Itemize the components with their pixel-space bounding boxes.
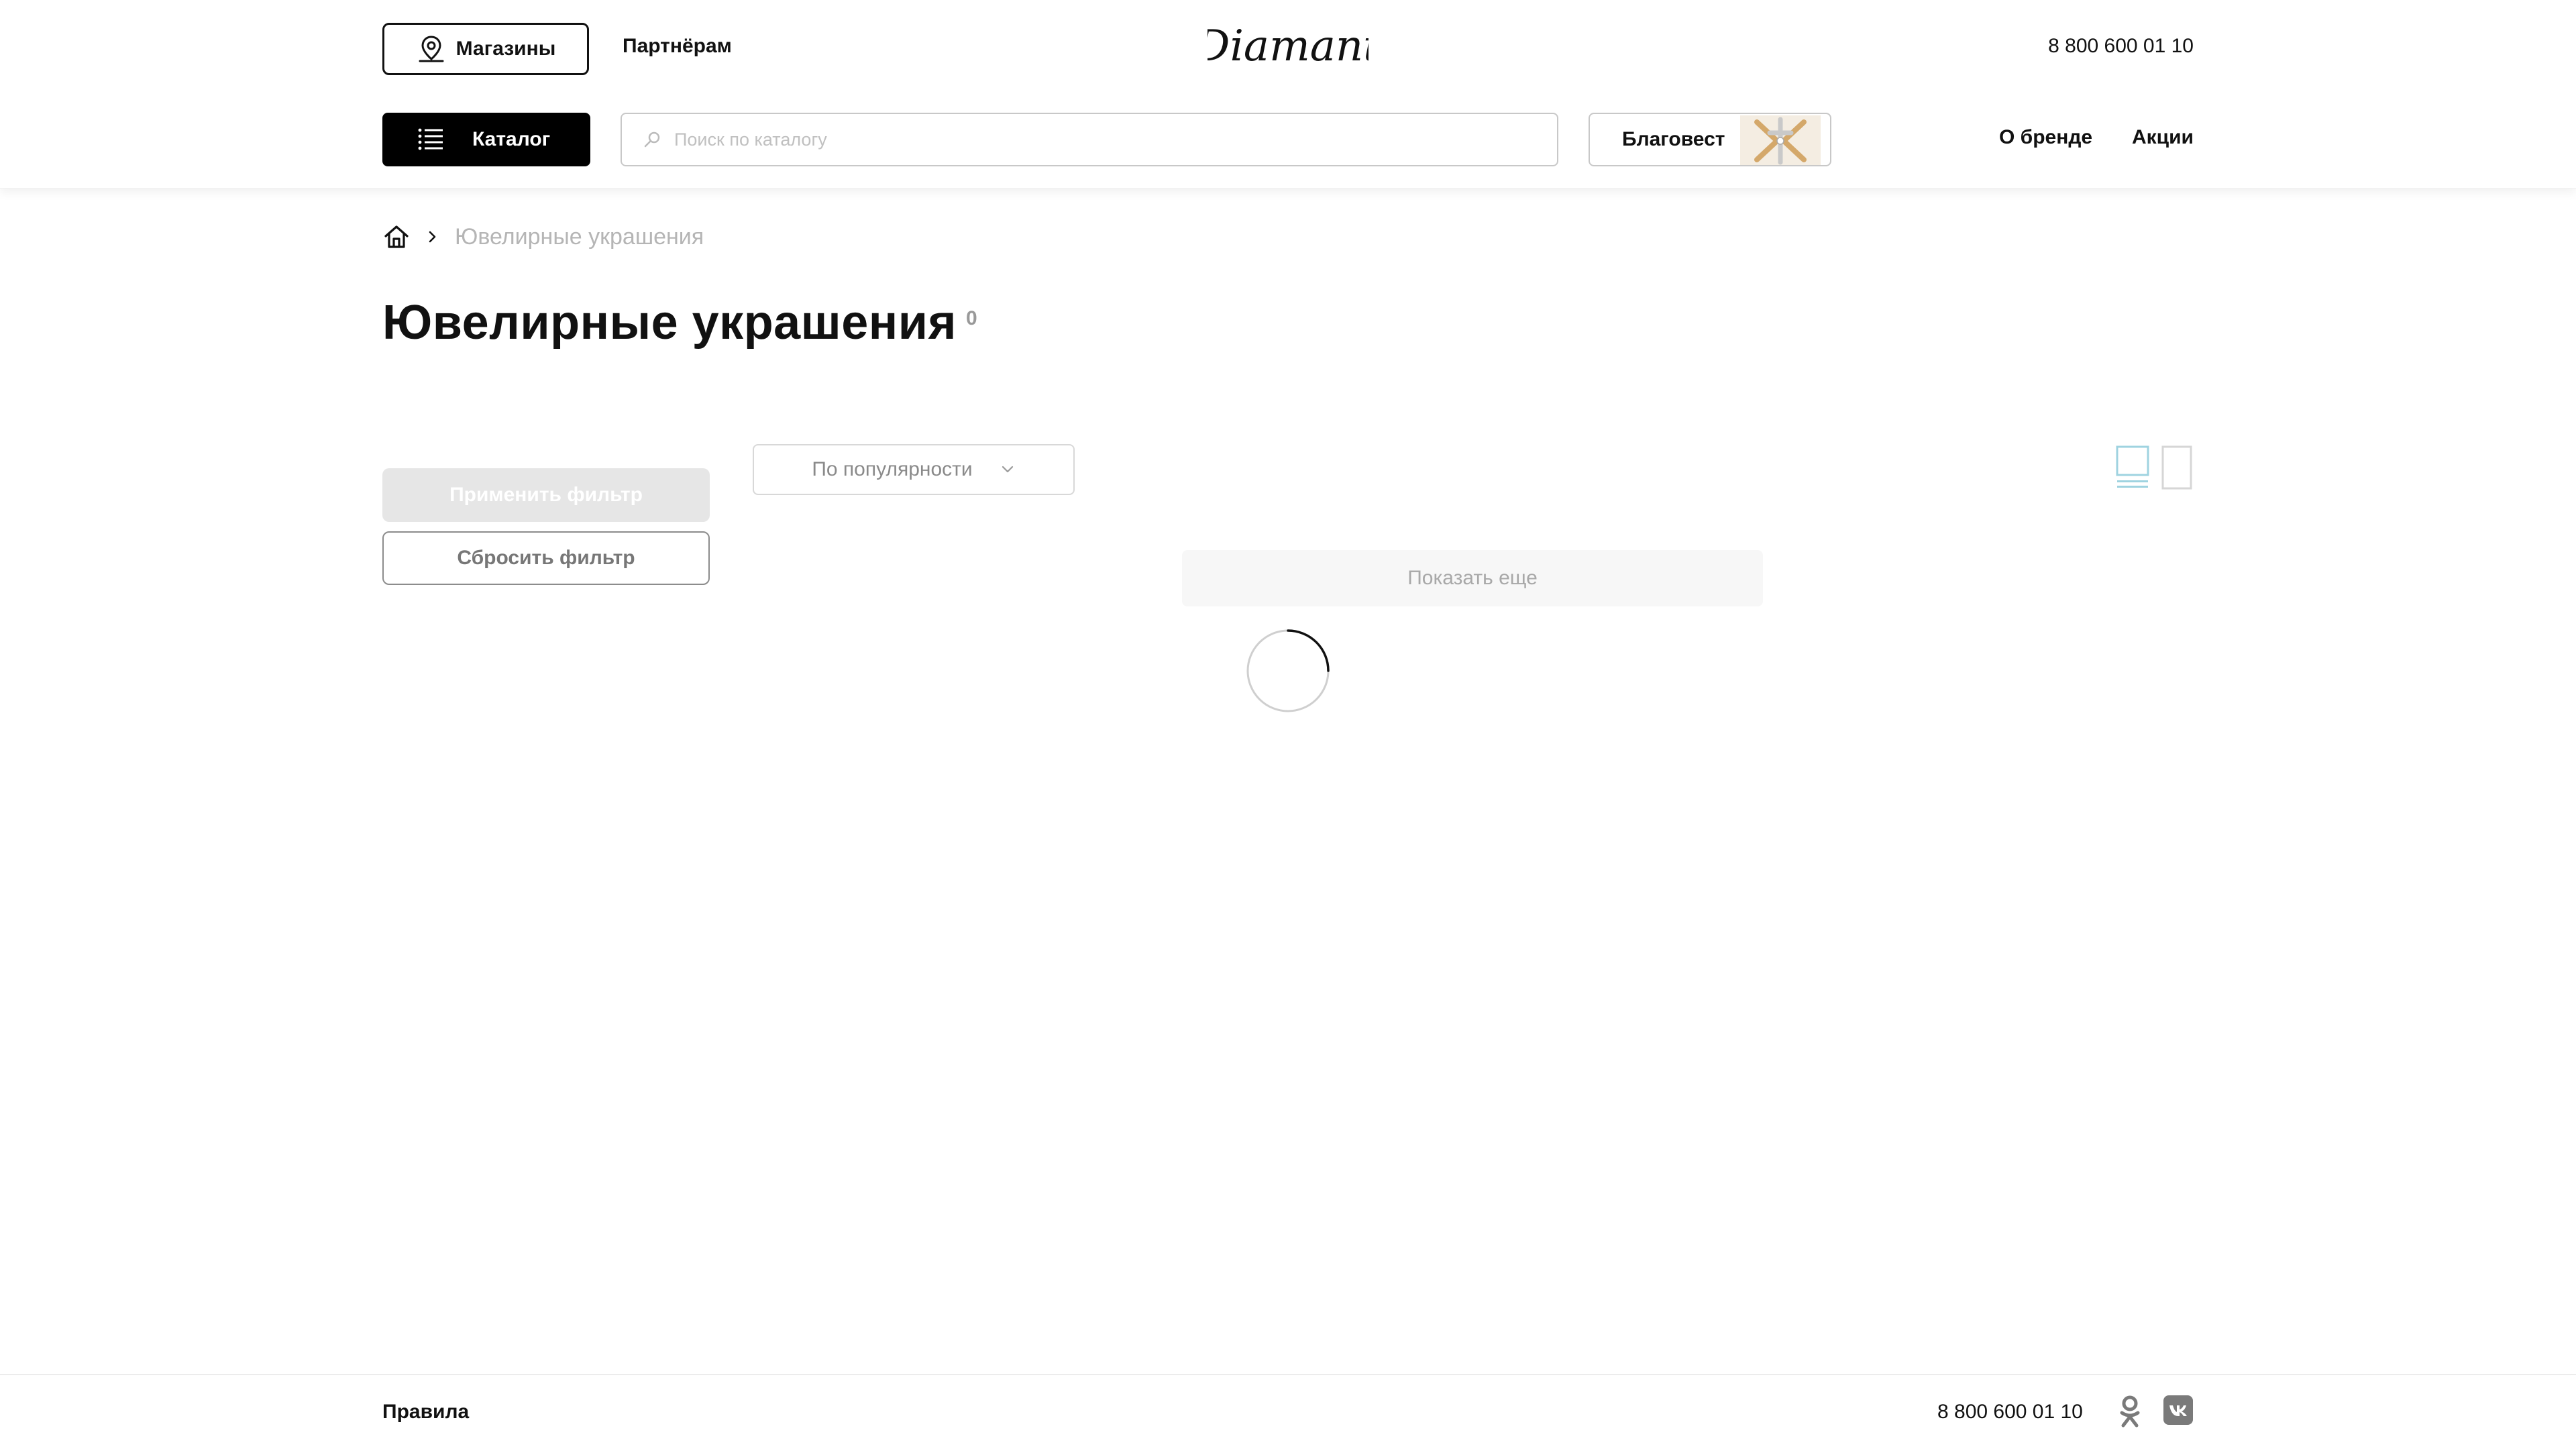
grid-view-icon[interactable] (2116, 445, 2149, 490)
stores-button[interactable]: Магазины (382, 23, 589, 75)
stores-button-label: Магазины (455, 38, 556, 60)
header-phone[interactable]: 8 800 600 01 10 (2048, 35, 2194, 58)
product-count: 0 (966, 307, 977, 329)
footer-phone[interactable]: 8 800 600 01 10 (1937, 1401, 2083, 1424)
view-toggle (2116, 445, 2194, 490)
footer-rules-link[interactable]: Правила (382, 1401, 469, 1424)
brand-logo[interactable]: Diamant (1208, 15, 1368, 79)
reset-filter-button[interactable]: Сбросить фильтр (382, 531, 710, 585)
catalog-button[interactable]: Каталог (382, 113, 590, 166)
search-input[interactable] (673, 128, 1481, 151)
chevron-down-icon (1002, 466, 1013, 473)
nav-promotions[interactable]: Акции (2132, 126, 2194, 149)
site-header: Магазины Партнёрам Diamant 8 800 600 01 … (0, 0, 2576, 189)
odnoklassniki-icon[interactable] (2116, 1395, 2143, 1428)
show-more-button[interactable]: Показать еще (1182, 550, 1763, 606)
menu-list-icon (418, 128, 443, 150)
vk-icon[interactable] (2163, 1395, 2193, 1425)
page-title: Ювелирные украшения (382, 296, 957, 350)
breadcrumb-current: Ювелирные украшения (455, 223, 704, 250)
loading-spinner-icon (1246, 629, 1330, 712)
catalog-button-label: Каталог (472, 128, 551, 150)
site-footer: Правила 8 800 600 01 10 (0, 1374, 2576, 1449)
sort-dropdown[interactable]: По популярности (753, 444, 1075, 495)
nav-about-brand[interactable]: О бренде (1999, 126, 2092, 149)
home-icon[interactable] (382, 223, 411, 251)
search-bar[interactable] (621, 113, 1558, 166)
sort-dropdown-value: По популярности (812, 458, 973, 480)
apply-filter-button[interactable]: Применить фильтр (382, 468, 710, 522)
single-view-icon[interactable] (2160, 445, 2194, 490)
search-icon (644, 131, 660, 148)
partners-link[interactable]: Партнёрам (623, 35, 732, 58)
promo-banner-label: Благовест (1622, 128, 1725, 150)
jewelry-cross-image (1740, 115, 1821, 165)
promo-banner-blagovest[interactable]: Благовест (1589, 113, 1831, 166)
chevron-right-icon (429, 231, 436, 243)
map-pin-icon (419, 36, 444, 62)
page: Магазины Партнёрам Diamant 8 800 600 01 … (0, 0, 2576, 1449)
brand-logo-text: Diamant (1208, 21, 1368, 71)
breadcrumb: Ювелирные украшения (382, 223, 704, 251)
